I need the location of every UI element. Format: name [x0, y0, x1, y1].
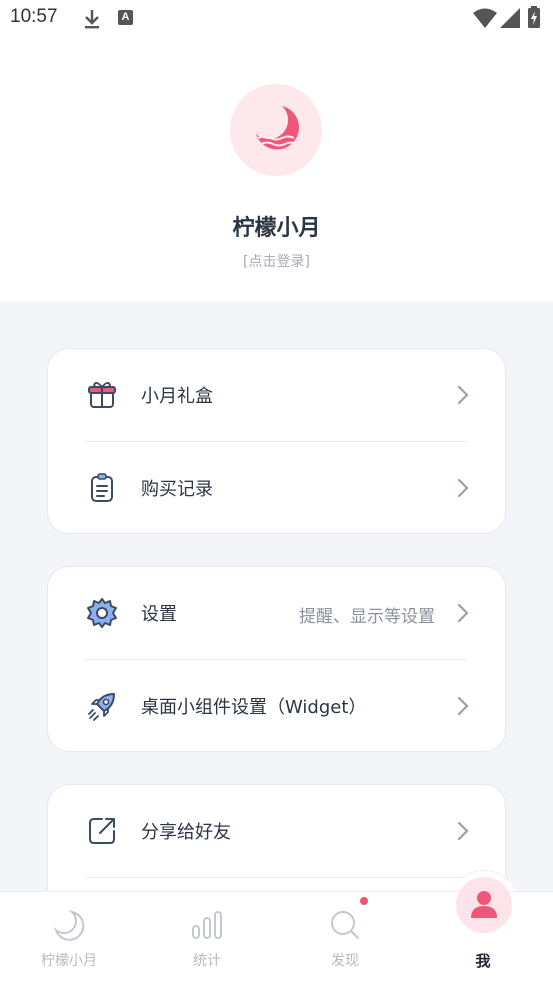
chevron-right-icon	[457, 385, 469, 405]
divider	[86, 877, 467, 878]
chevron-right-icon	[457, 603, 469, 623]
tab-me-icon-circle[interactable]	[456, 877, 512, 933]
a-badge-icon: A	[118, 10, 133, 25]
tab-stats[interactable]: 统计	[138, 892, 276, 984]
bars-icon	[192, 911, 222, 939]
menu-item-purchase-history[interactable]: 购买记录	[48, 442, 507, 535]
profile-header: 10:57 A 柠檬小月 [点击登录]	[0, 0, 553, 301]
tab-label: 柠檬小月	[41, 953, 97, 969]
tab-label: 统计	[193, 953, 221, 969]
tab-label: 发现	[331, 953, 359, 969]
menu-card-settings: 设置 提醒、显示等设置 桌面小组件设置（Widget）	[47, 566, 506, 752]
menu-item-label: 分享给好友	[141, 822, 231, 843]
moon-logo-icon	[256, 106, 299, 150]
menu-item-gift-box[interactable]: 小月礼盒	[48, 349, 507, 442]
moon-icon	[53, 910, 85, 941]
chevron-right-icon	[457, 478, 469, 498]
menu-item-settings[interactable]: 设置 提醒、显示等设置	[48, 567, 507, 660]
rocket-icon	[88, 693, 115, 721]
person-icon	[471, 891, 497, 918]
menu-item-label: 购买记录	[141, 479, 213, 500]
tab-home[interactable]: 柠檬小月	[0, 892, 138, 984]
chevron-right-icon	[457, 696, 469, 716]
gift-icon	[88, 382, 116, 408]
menu-card-gifts: 小月礼盒 购买记录	[47, 348, 506, 534]
share-icon	[89, 818, 115, 844]
gear-icon	[87, 598, 117, 628]
avatar[interactable]	[230, 84, 322, 176]
tab-discover[interactable]: 发现	[276, 892, 414, 984]
download-icon	[85, 10, 99, 29]
settings-hint: 提醒、显示等设置	[299, 607, 435, 627]
status-bar: 10:57 A	[0, 0, 553, 38]
chevron-right-icon	[457, 821, 469, 841]
wifi-icon	[473, 8, 497, 28]
menu-item-label: 设置	[141, 604, 177, 625]
clipboard-icon	[91, 473, 113, 502]
profile-name: 柠檬小月	[232, 216, 321, 241]
signal-icon	[500, 8, 520, 28]
menu-item-widget-settings[interactable]: 桌面小组件设置（Widget）	[48, 660, 507, 753]
menu-item-label: 桌面小组件设置（Widget）	[141, 697, 367, 718]
menu-item-share[interactable]: 分享给好友	[48, 785, 507, 878]
status-time: 10:57	[10, 6, 58, 27]
tab-label: 我	[475, 952, 491, 970]
notification-badge	[360, 897, 368, 905]
search-icon	[331, 911, 359, 939]
battery-charging-icon	[528, 6, 540, 28]
login-link[interactable]: [点击登录]	[0, 251, 553, 271]
menu-item-label: 小月礼盒	[141, 386, 213, 407]
